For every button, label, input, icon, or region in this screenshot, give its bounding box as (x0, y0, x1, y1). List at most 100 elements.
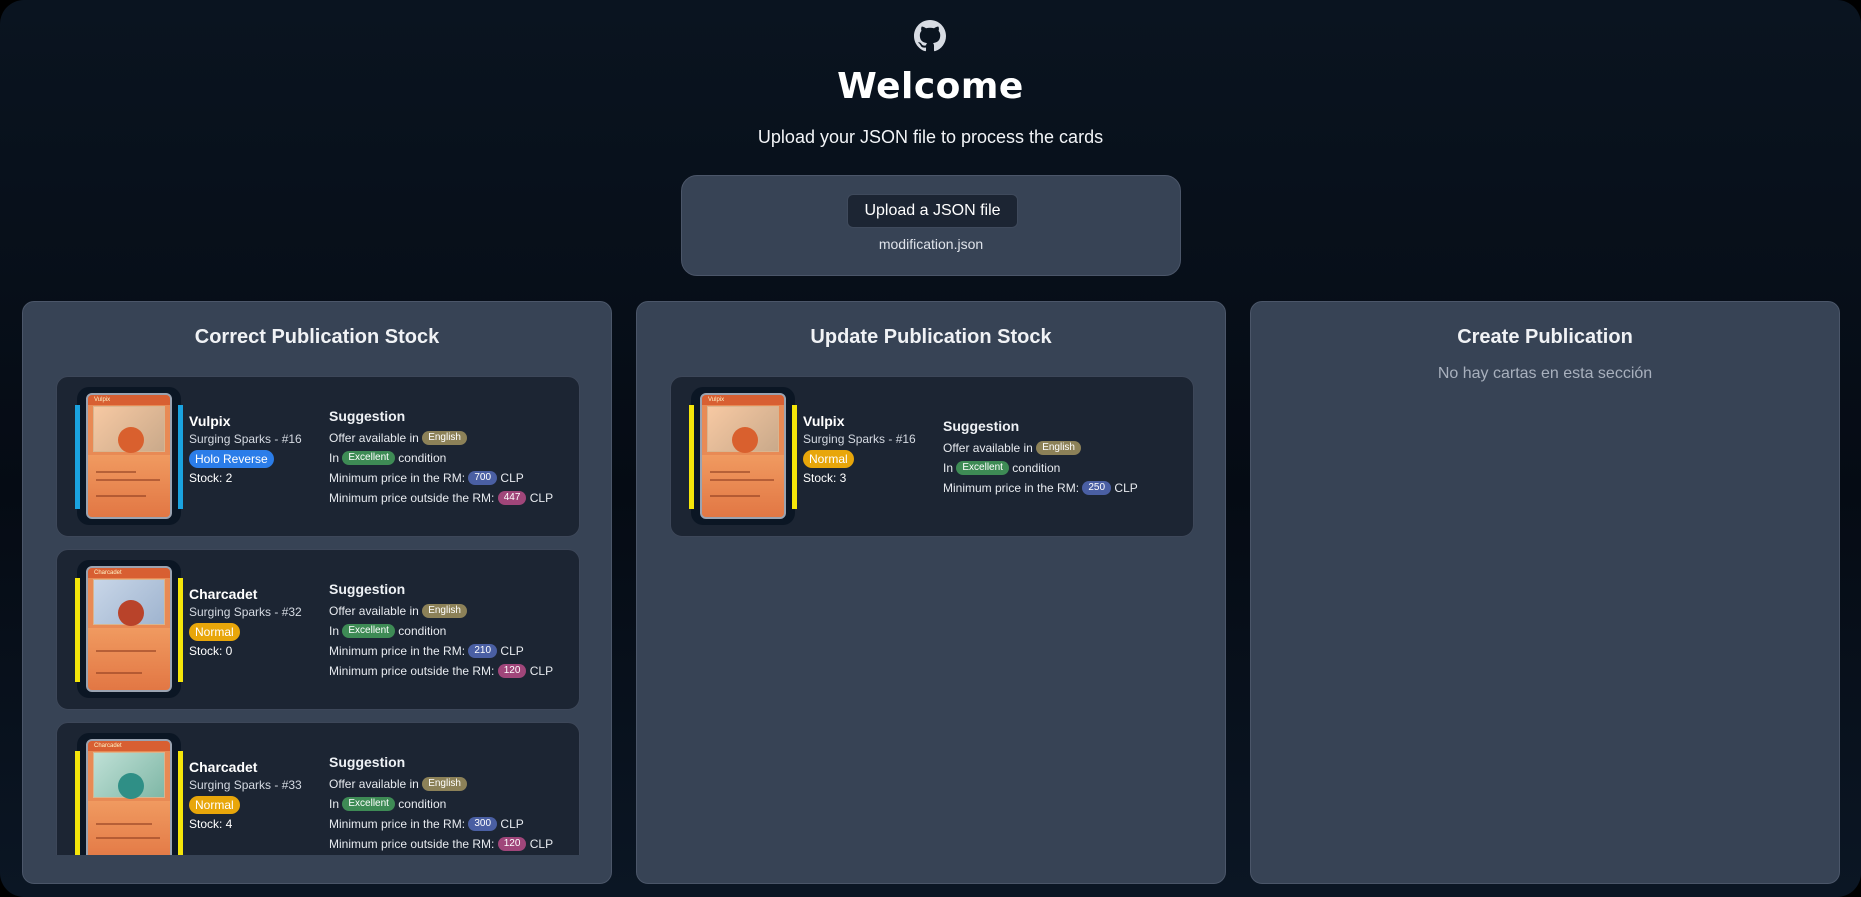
variant-badge: Holo Reverse (189, 450, 274, 468)
condition-label: In (943, 461, 954, 475)
card-thumbnail: Vulpix (689, 387, 797, 525)
app-window: Welcome Upload your JSON file to process… (0, 0, 1861, 897)
variant-stripe (178, 578, 183, 682)
card-thumbnail: Charcadet (75, 733, 183, 855)
currency-label: CLP (500, 817, 524, 831)
min-outside-label: Minimum price outside the RM: (329, 837, 495, 851)
variant-stripe (75, 751, 80, 855)
page-title: Welcome (837, 66, 1024, 107)
card-image-name: Charcadet (94, 570, 122, 576)
card-thumbnail: Charcadet (75, 560, 183, 698)
min-outside-price: 120 (497, 663, 527, 678)
min-rm-label: Minimum price in the RM: (329, 817, 466, 831)
card-item: Charcadet Charcadet Surging Sparks - #33… (56, 722, 580, 855)
language-badge: English (422, 603, 467, 618)
panel-correct-publication-stock: Correct Publication Stock Vulpix Vulpix … (22, 301, 612, 884)
condition-suffix: condition (398, 624, 447, 638)
min-outside-label: Minimum price outside the RM: (329, 664, 495, 678)
min-outside-price: 447 (497, 490, 527, 505)
panel-title: Correct Publication Stock (194, 326, 440, 348)
condition-badge: Excellent (342, 623, 395, 638)
card-item: Charcadet Charcadet Surging Sparks - #32… (56, 549, 580, 710)
card-set: Surging Sparks - #32 (189, 605, 302, 619)
card-stock: Stock: 4 (189, 817, 233, 831)
card-image: Charcadet (86, 739, 172, 855)
card-image-name: Vulpix (708, 397, 725, 403)
card-name: Vulpix (803, 413, 845, 429)
panel-create-publication: Create Publication No hay cartas en esta… (1250, 301, 1840, 884)
panel-title: Update Publication Stock (810, 326, 1052, 348)
min-outside-price: 120 (497, 836, 527, 851)
language-badge: English (422, 776, 467, 791)
suggestion-block: Suggestion Offer available in English In… (329, 581, 579, 681)
card-name: Charcadet (189, 759, 258, 775)
suggestion-title: Suggestion (943, 418, 1020, 434)
card-item: Vulpix Vulpix Surging Sparks - #16 Holo … (56, 376, 580, 537)
card-set: Surging Sparks - #16 (189, 432, 302, 446)
min-rm-label: Minimum price in the RM: (943, 481, 1080, 495)
offer-label: Offer available in (329, 777, 419, 791)
currency-label: CLP (1114, 481, 1138, 495)
card-stock: Stock: 3 (803, 471, 847, 485)
condition-badge: Excellent (342, 450, 395, 465)
condition-badge: Excellent (342, 796, 395, 811)
offer-label: Offer available in (329, 604, 419, 618)
min-outside-label: Minimum price outside the RM: (329, 491, 495, 505)
variant-badge: Normal (189, 796, 240, 814)
suggestion-title: Suggestion (329, 581, 406, 597)
card-name: Vulpix (189, 413, 231, 429)
suggestion-block: Suggestion Offer available in English In… (943, 418, 1193, 498)
variant-stripe (792, 405, 797, 509)
language-badge: English (422, 430, 467, 445)
variant-badge: Normal (803, 450, 854, 468)
condition-suffix: condition (1012, 461, 1061, 475)
card-image: Vulpix (86, 393, 172, 519)
currency-label: CLP (529, 491, 554, 505)
min-rm-price: 250 (1082, 480, 1112, 495)
variant-stripe (178, 751, 183, 855)
language-badge: English (1036, 440, 1081, 455)
variant-stripe (689, 405, 694, 509)
card-list[interactable]: Correct Publication Stock Vulpix Vulpix … (23, 302, 611, 855)
condition-suffix: condition (398, 451, 447, 465)
min-rm-price: 300 (468, 816, 498, 831)
card-stock: Stock: 0 (189, 644, 233, 658)
min-rm-label: Minimum price in the RM: (329, 471, 466, 485)
min-rm-price: 210 (468, 643, 498, 658)
card-item: Vulpix Vulpix Surging Sparks - #16 Norma… (670, 376, 1194, 537)
currency-label: CLP (529, 837, 554, 851)
condition-suffix: condition (398, 797, 447, 811)
card-thumbnail: Vulpix (75, 387, 183, 525)
currency-label: CLP (500, 644, 524, 658)
upload-box: Upload a JSON file modification.json (681, 175, 1181, 276)
card-image: Vulpix (700, 393, 786, 519)
card-set: Surging Sparks - #33 (189, 778, 302, 792)
card-set: Surging Sparks - #16 (803, 432, 916, 446)
condition-label: In (329, 797, 340, 811)
suggestion-title: Suggestion (329, 754, 406, 770)
variant-stripe (75, 405, 80, 509)
min-rm-price: 700 (468, 470, 498, 485)
card-image-name: Vulpix (94, 397, 111, 403)
condition-label: In (329, 451, 340, 465)
empty-state-text: No hay cartas en esta sección (1437, 365, 1653, 382)
suggestion-title: Suggestion (329, 408, 406, 424)
condition-badge: Excellent (956, 460, 1009, 475)
currency-label: CLP (529, 664, 554, 678)
variant-stripe (178, 405, 183, 509)
panel-title: Create Publication (1457, 326, 1633, 348)
variant-stripe (75, 578, 80, 682)
uploaded-file-name: modification.json (878, 236, 984, 252)
upload-json-button[interactable]: Upload a JSON file (847, 194, 1018, 228)
condition-label: In (329, 624, 340, 638)
currency-label: CLP (500, 471, 524, 485)
card-name: Charcadet (189, 586, 258, 602)
github-icon[interactable] (914, 20, 946, 52)
card-stock: Stock: 2 (189, 471, 233, 485)
page-subtitle: Upload your JSON file to process the car… (757, 127, 1104, 147)
offer-label: Offer available in (943, 441, 1033, 455)
offer-label: Offer available in (329, 431, 419, 445)
suggestion-block: Suggestion Offer available in English In… (329, 754, 579, 854)
suggestion-block: Suggestion Offer available in English In… (329, 408, 579, 508)
card-image: Charcadet (86, 566, 172, 692)
